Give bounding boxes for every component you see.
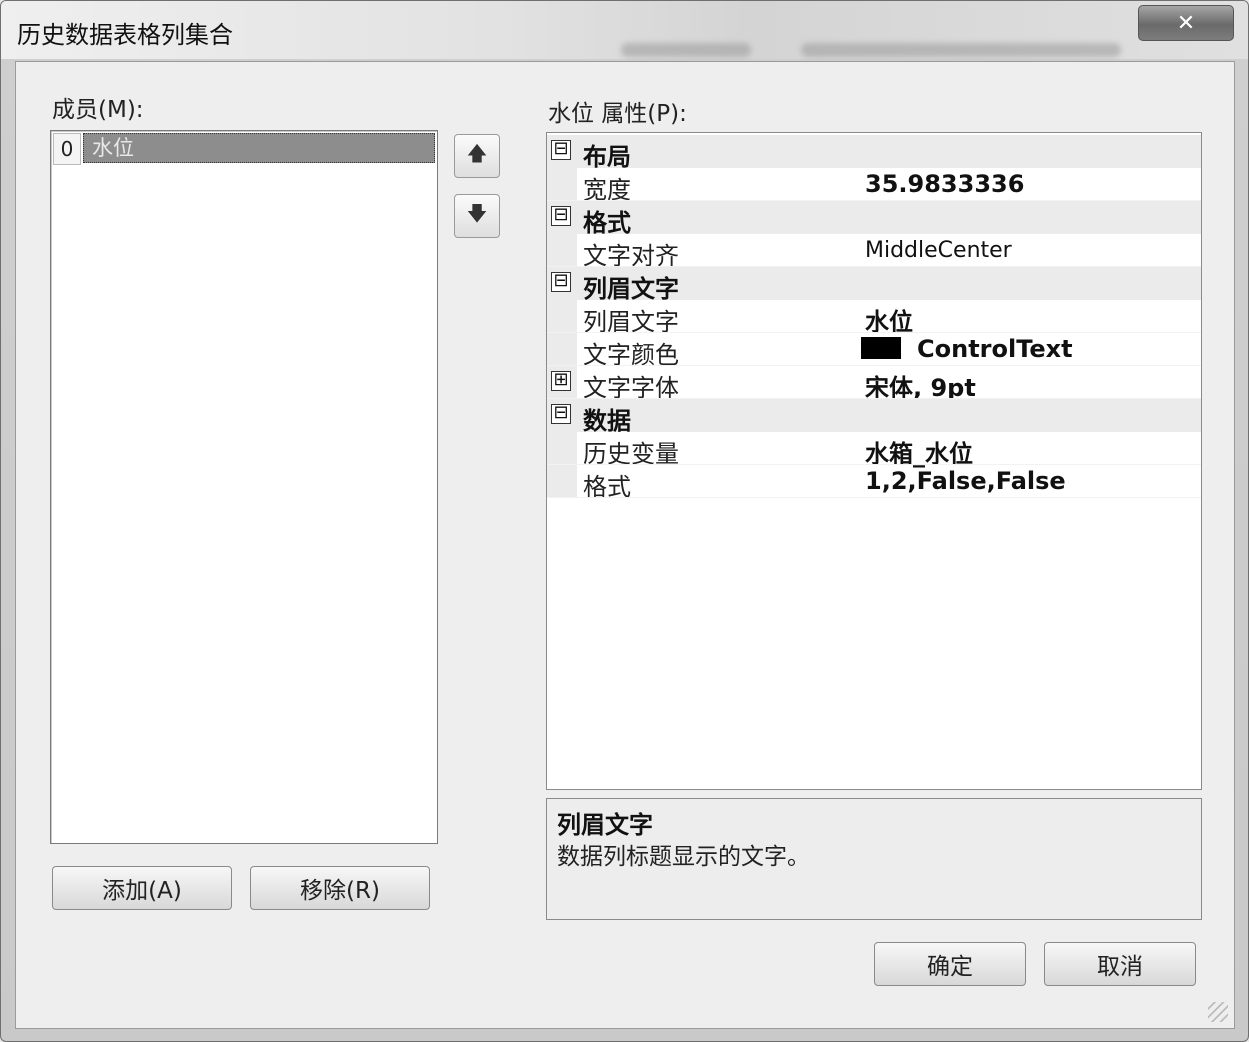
property-value-color[interactable]: ControlText	[861, 335, 1073, 363]
row-divider	[547, 497, 1201, 498]
description-text: 数据列标题显示的文字。	[557, 844, 810, 870]
window-title: 历史数据表格列集合	[17, 21, 233, 49]
property-value[interactable]: 35.9833336	[865, 170, 1024, 198]
arrow-up-icon: 🡅	[466, 141, 488, 165]
property-row-format[interactable]: 格式 1,2,False,False	[547, 465, 1201, 501]
property-value[interactable]: MiddleCenter	[865, 238, 1012, 263]
collapse-icon[interactable]: ⊟	[551, 272, 571, 292]
category-row-format[interactable]: ⊟ 格式	[547, 201, 1201, 237]
close-icon: ✕	[1176, 10, 1196, 36]
property-row-text-align[interactable]: 文字对齐 MiddleCenter	[547, 234, 1201, 270]
blurred-background	[801, 43, 1121, 57]
grid-margin	[547, 333, 577, 366]
member-index: 0	[53, 133, 81, 165]
category-name: 布局	[583, 143, 631, 171]
ok-button[interactable]: 确定	[874, 942, 1026, 986]
remove-button[interactable]: 移除(R)	[250, 866, 430, 910]
description-title: 列眉文字	[557, 811, 653, 839]
members-list[interactable]: 0 水位	[50, 130, 438, 844]
property-grid[interactable]: ⊟ 布局 宽度 35.9833336 ⊟ 格式 文字对齐 MiddleCente…	[546, 132, 1202, 790]
expand-icon[interactable]: ⊞	[551, 371, 571, 391]
dialog-window: 历史数据表格列集合 ✕ 成员(M): 0 水位 🡅 🡇 添加(A) 移除(R) …	[0, 0, 1249, 1042]
property-row-header-text[interactable]: 列眉文字 水位	[547, 300, 1201, 336]
add-button[interactable]: 添加(A)	[52, 866, 232, 910]
title-bar[interactable]: 历史数据表格列集合 ✕	[1, 1, 1248, 59]
property-value[interactable]: 1,2,False,False	[865, 467, 1066, 495]
move-up-button[interactable]: 🡅	[454, 134, 500, 178]
category-row-data[interactable]: ⊟ 数据	[547, 399, 1201, 435]
grid-margin	[547, 234, 577, 267]
property-value: ControlText	[917, 335, 1073, 363]
grid-margin	[547, 300, 577, 333]
blurred-background	[621, 43, 751, 57]
dialog-body: 成员(M): 0 水位 🡅 🡇 添加(A) 移除(R) 水位 属性(P): ⊟ …	[15, 61, 1235, 1029]
collapse-icon[interactable]: ⊟	[551, 140, 571, 160]
member-name: 水位	[83, 133, 435, 163]
move-down-button[interactable]: 🡇	[454, 194, 500, 238]
property-row-width[interactable]: 宽度 35.9833336	[547, 168, 1201, 204]
description-panel: 列眉文字 数据列标题显示的文字。	[546, 798, 1202, 920]
property-row-history-variable[interactable]: 历史变量 水箱_水位	[547, 432, 1201, 468]
category-name: 数据	[583, 407, 631, 435]
properties-label: 水位 属性(P):	[548, 101, 687, 127]
collapse-icon[interactable]: ⊟	[551, 206, 571, 226]
arrow-down-icon: 🡇	[466, 201, 488, 225]
grid-margin	[547, 168, 577, 201]
category-name: 列眉文字	[583, 275, 679, 303]
category-name: 格式	[583, 209, 631, 237]
category-row-header-text[interactable]: ⊟ 列眉文字	[547, 267, 1201, 303]
grid-margin	[547, 465, 577, 498]
category-row-layout[interactable]: ⊟ 布局	[547, 135, 1201, 171]
grid-margin	[547, 432, 577, 465]
property-row-text-font[interactable]: ⊞ 文字字体 宋体, 9pt	[547, 366, 1201, 402]
property-row-text-color[interactable]: 文字颜色 ControlText	[547, 333, 1201, 369]
collapse-icon[interactable]: ⊟	[551, 404, 571, 424]
close-button[interactable]: ✕	[1138, 5, 1234, 41]
color-swatch	[861, 337, 901, 359]
cancel-button[interactable]: 取消	[1044, 942, 1196, 986]
list-item[interactable]: 0 水位	[53, 133, 435, 165]
members-label: 成员(M):	[52, 97, 144, 123]
resize-grip-icon[interactable]	[1208, 1002, 1228, 1022]
